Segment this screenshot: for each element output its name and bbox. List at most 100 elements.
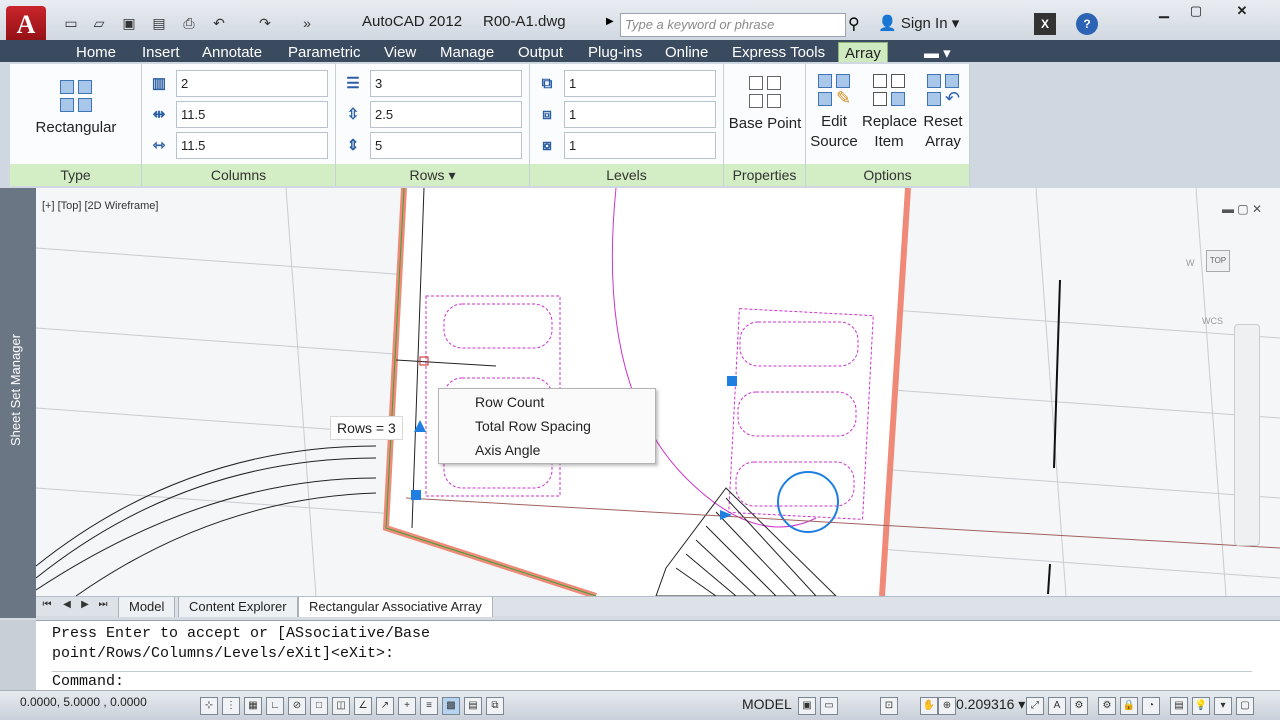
object-snap-tracking-icon[interactable]: ∠ bbox=[354, 697, 372, 715]
tab-annotate[interactable]: Annotate bbox=[196, 42, 268, 64]
column-grip[interactable] bbox=[727, 376, 737, 386]
object-snap-icon[interactable]: □ bbox=[310, 697, 328, 715]
scale-dropdown[interactable]: 0.209316 ▾ bbox=[956, 696, 1025, 713]
undo-icon[interactable]: ↶ bbox=[208, 12, 230, 34]
tab-insert[interactable]: Insert bbox=[136, 42, 186, 64]
performance-icon[interactable]: ◔ bbox=[1142, 697, 1160, 715]
search-expand-icon[interactable]: ▶ bbox=[606, 16, 614, 27]
selection-cycling-icon[interactable]: ⧉ bbox=[486, 697, 504, 715]
quick-properties-icon[interactable]: ▤ bbox=[464, 697, 482, 715]
isolate-objects-icon[interactable]: 💡 bbox=[1192, 697, 1210, 715]
prev-tab-icon[interactable]: ◀ bbox=[60, 599, 74, 610]
next-tab-icon[interactable]: ▶ bbox=[78, 599, 92, 610]
first-tab-icon[interactable]: ⏮ bbox=[40, 599, 54, 610]
rows-spacing-field[interactable]: 2.5 bbox=[370, 101, 522, 128]
qat-expand-icon[interactable]: » bbox=[296, 12, 318, 34]
infer-constraints-icon[interactable]: ⊹ bbox=[200, 697, 218, 715]
levels-spacing-field[interactable]: 1 bbox=[564, 101, 716, 128]
tab-parametric[interactable]: Parametric bbox=[282, 42, 367, 64]
binoculars-icon[interactable]: ⚲ bbox=[848, 14, 860, 34]
menu-item-total-row-spacing[interactable]: Total Row Spacing bbox=[475, 418, 591, 434]
levels-count-field[interactable]: 1 bbox=[564, 70, 716, 97]
close-button[interactable]: ✕ bbox=[1228, 3, 1256, 21]
command-line-handle[interactable] bbox=[0, 620, 36, 690]
minimize-button[interactable]: ▁ bbox=[1150, 3, 1178, 21]
layout-tab-content-explorer[interactable]: Content Explorer bbox=[178, 597, 298, 617]
command-input[interactable]: Command: bbox=[52, 671, 1252, 690]
rows-panel-label[interactable]: Rows ▾ bbox=[336, 164, 529, 186]
reset-array-button[interactable]: ↶ Reset Array bbox=[916, 72, 970, 152]
rows-count-field[interactable]: 3 bbox=[370, 70, 522, 97]
grid-display-icon[interactable]: ▦ bbox=[244, 697, 262, 715]
navigation-bar[interactable] bbox=[1234, 324, 1260, 546]
lineweight-icon[interactable]: ≡ bbox=[420, 697, 438, 715]
lock-icon[interactable]: 🔒 bbox=[1120, 697, 1138, 715]
layout-tab-model[interactable]: Model bbox=[118, 597, 176, 617]
search-input[interactable]: Type a keyword or phrase bbox=[620, 13, 846, 37]
clean-screen-icon[interactable]: ▢ bbox=[1236, 697, 1254, 715]
exchange-icon[interactable]: X bbox=[1034, 13, 1056, 35]
columns-total-field[interactable]: 11.5 bbox=[176, 132, 328, 159]
dynamic-ucs-icon[interactable]: ↗ bbox=[376, 697, 394, 715]
drawing-canvas[interactable]: [+] [Top] [2D Wireframe] ▬ ▢ ✕ TOP W WCS bbox=[36, 188, 1280, 596]
last-tab-icon[interactable]: ⏭ bbox=[96, 599, 110, 610]
columns-count-field[interactable]: 2 bbox=[176, 70, 328, 97]
plot-icon[interactable]: ⎙ bbox=[178, 12, 200, 34]
rows-total-row: ⇕ 5 bbox=[340, 132, 524, 160]
edit-source-button[interactable]: ✎ Edit Source bbox=[808, 72, 860, 152]
layout-tab-rectangular-array[interactable]: Rectangular Associative Array bbox=[298, 597, 493, 617]
quick-view-layouts-icon[interactable]: ▣ bbox=[798, 697, 816, 715]
annotation-icon[interactable]: A bbox=[1048, 697, 1066, 715]
columns-spacing-field[interactable]: 11.5 bbox=[176, 101, 328, 128]
coordinate-readout[interactable]: 0.0000, 5.0000 , 0.0000 bbox=[20, 695, 147, 709]
replace-item-button[interactable]: Replace Item bbox=[862, 72, 917, 152]
ortho-mode-icon[interactable]: ∟ bbox=[266, 697, 284, 715]
rows-total-field[interactable]: 5 bbox=[370, 132, 522, 159]
viewcube[interactable]: TOP bbox=[1206, 250, 1230, 272]
viewport-window-controls[interactable]: ▬ ▢ ✕ bbox=[1222, 202, 1262, 216]
transparency-icon[interactable]: ▩ bbox=[442, 697, 460, 715]
tab-online[interactable]: Online bbox=[659, 42, 714, 64]
quick-view-drawings-icon[interactable]: ▭ bbox=[820, 697, 838, 715]
annotation-visibility-icon[interactable]: ✋ bbox=[920, 697, 938, 715]
model-space-button[interactable]: MODEL bbox=[742, 696, 792, 712]
tab-array[interactable]: Array bbox=[838, 42, 888, 64]
menu-item-row-count[interactable]: Row Count bbox=[475, 394, 544, 410]
sign-in-button[interactable]: 👤 Sign In ▾ bbox=[878, 14, 959, 32]
dynamic-input-icon[interactable]: + bbox=[398, 697, 416, 715]
open-file-icon[interactable]: ▱ bbox=[88, 12, 110, 34]
rectangular-button[interactable]: Rectangular bbox=[28, 78, 124, 138]
status-menu-icon[interactable]: ▾ bbox=[1214, 697, 1232, 715]
auto-scale-icon[interactable]: ⤢ bbox=[1026, 697, 1044, 715]
save-icon[interactable]: ▣ bbox=[118, 12, 140, 34]
redo-icon[interactable]: ↷ bbox=[254, 12, 276, 34]
save-as-icon[interactable]: ▤ bbox=[148, 12, 170, 34]
viewport-controls-label[interactable]: [+] [Top] [2D Wireframe] bbox=[42, 200, 158, 212]
wcs-label[interactable]: WCS bbox=[1202, 316, 1223, 326]
annotation-scale-icon[interactable]: ⊡ bbox=[880, 697, 898, 715]
scale-icon[interactable]: ⊕ bbox=[938, 697, 956, 715]
application-menu-button[interactable]: A bbox=[6, 6, 46, 44]
maximize-button[interactable]: ▢ bbox=[1182, 3, 1210, 21]
levels-total-field[interactable]: 1 bbox=[564, 132, 716, 159]
tab-express-tools[interactable]: Express Tools bbox=[726, 42, 831, 64]
tab-view[interactable]: View bbox=[378, 42, 422, 64]
snap-mode-icon[interactable]: ⋮ bbox=[222, 697, 240, 715]
tab-plug-ins[interactable]: Plug-ins bbox=[582, 42, 648, 64]
hardware-icon[interactable]: ▤ bbox=[1170, 697, 1188, 715]
new-file-icon[interactable]: ▭ bbox=[60, 12, 82, 34]
tab-manage[interactable]: Manage bbox=[434, 42, 500, 64]
base-point-button[interactable]: Base Point bbox=[724, 74, 806, 134]
help-icon[interactable]: ? bbox=[1076, 13, 1098, 35]
settings-icon[interactable]: ⚙ bbox=[1098, 697, 1116, 715]
workspace-icon[interactable]: ⚙ bbox=[1070, 697, 1088, 715]
3d-osnap-icon[interactable]: ◫ bbox=[332, 697, 350, 715]
menu-item-axis-angle[interactable]: Axis Angle bbox=[475, 442, 540, 458]
command-history-line-2: point/Rows/Columns/Levels/eXit]<eXit>: bbox=[52, 645, 395, 662]
polar-tracking-icon[interactable]: ⊘ bbox=[288, 697, 306, 715]
ribbon-minimize-icon[interactable]: ▬ ▾ bbox=[918, 42, 957, 64]
tab-home[interactable]: Home bbox=[70, 42, 122, 64]
base-grip[interactable] bbox=[411, 490, 421, 500]
tab-output[interactable]: Output bbox=[512, 42, 569, 64]
command-history-line-1: Press Enter to accept or [ASsociative/Ba… bbox=[52, 625, 431, 642]
